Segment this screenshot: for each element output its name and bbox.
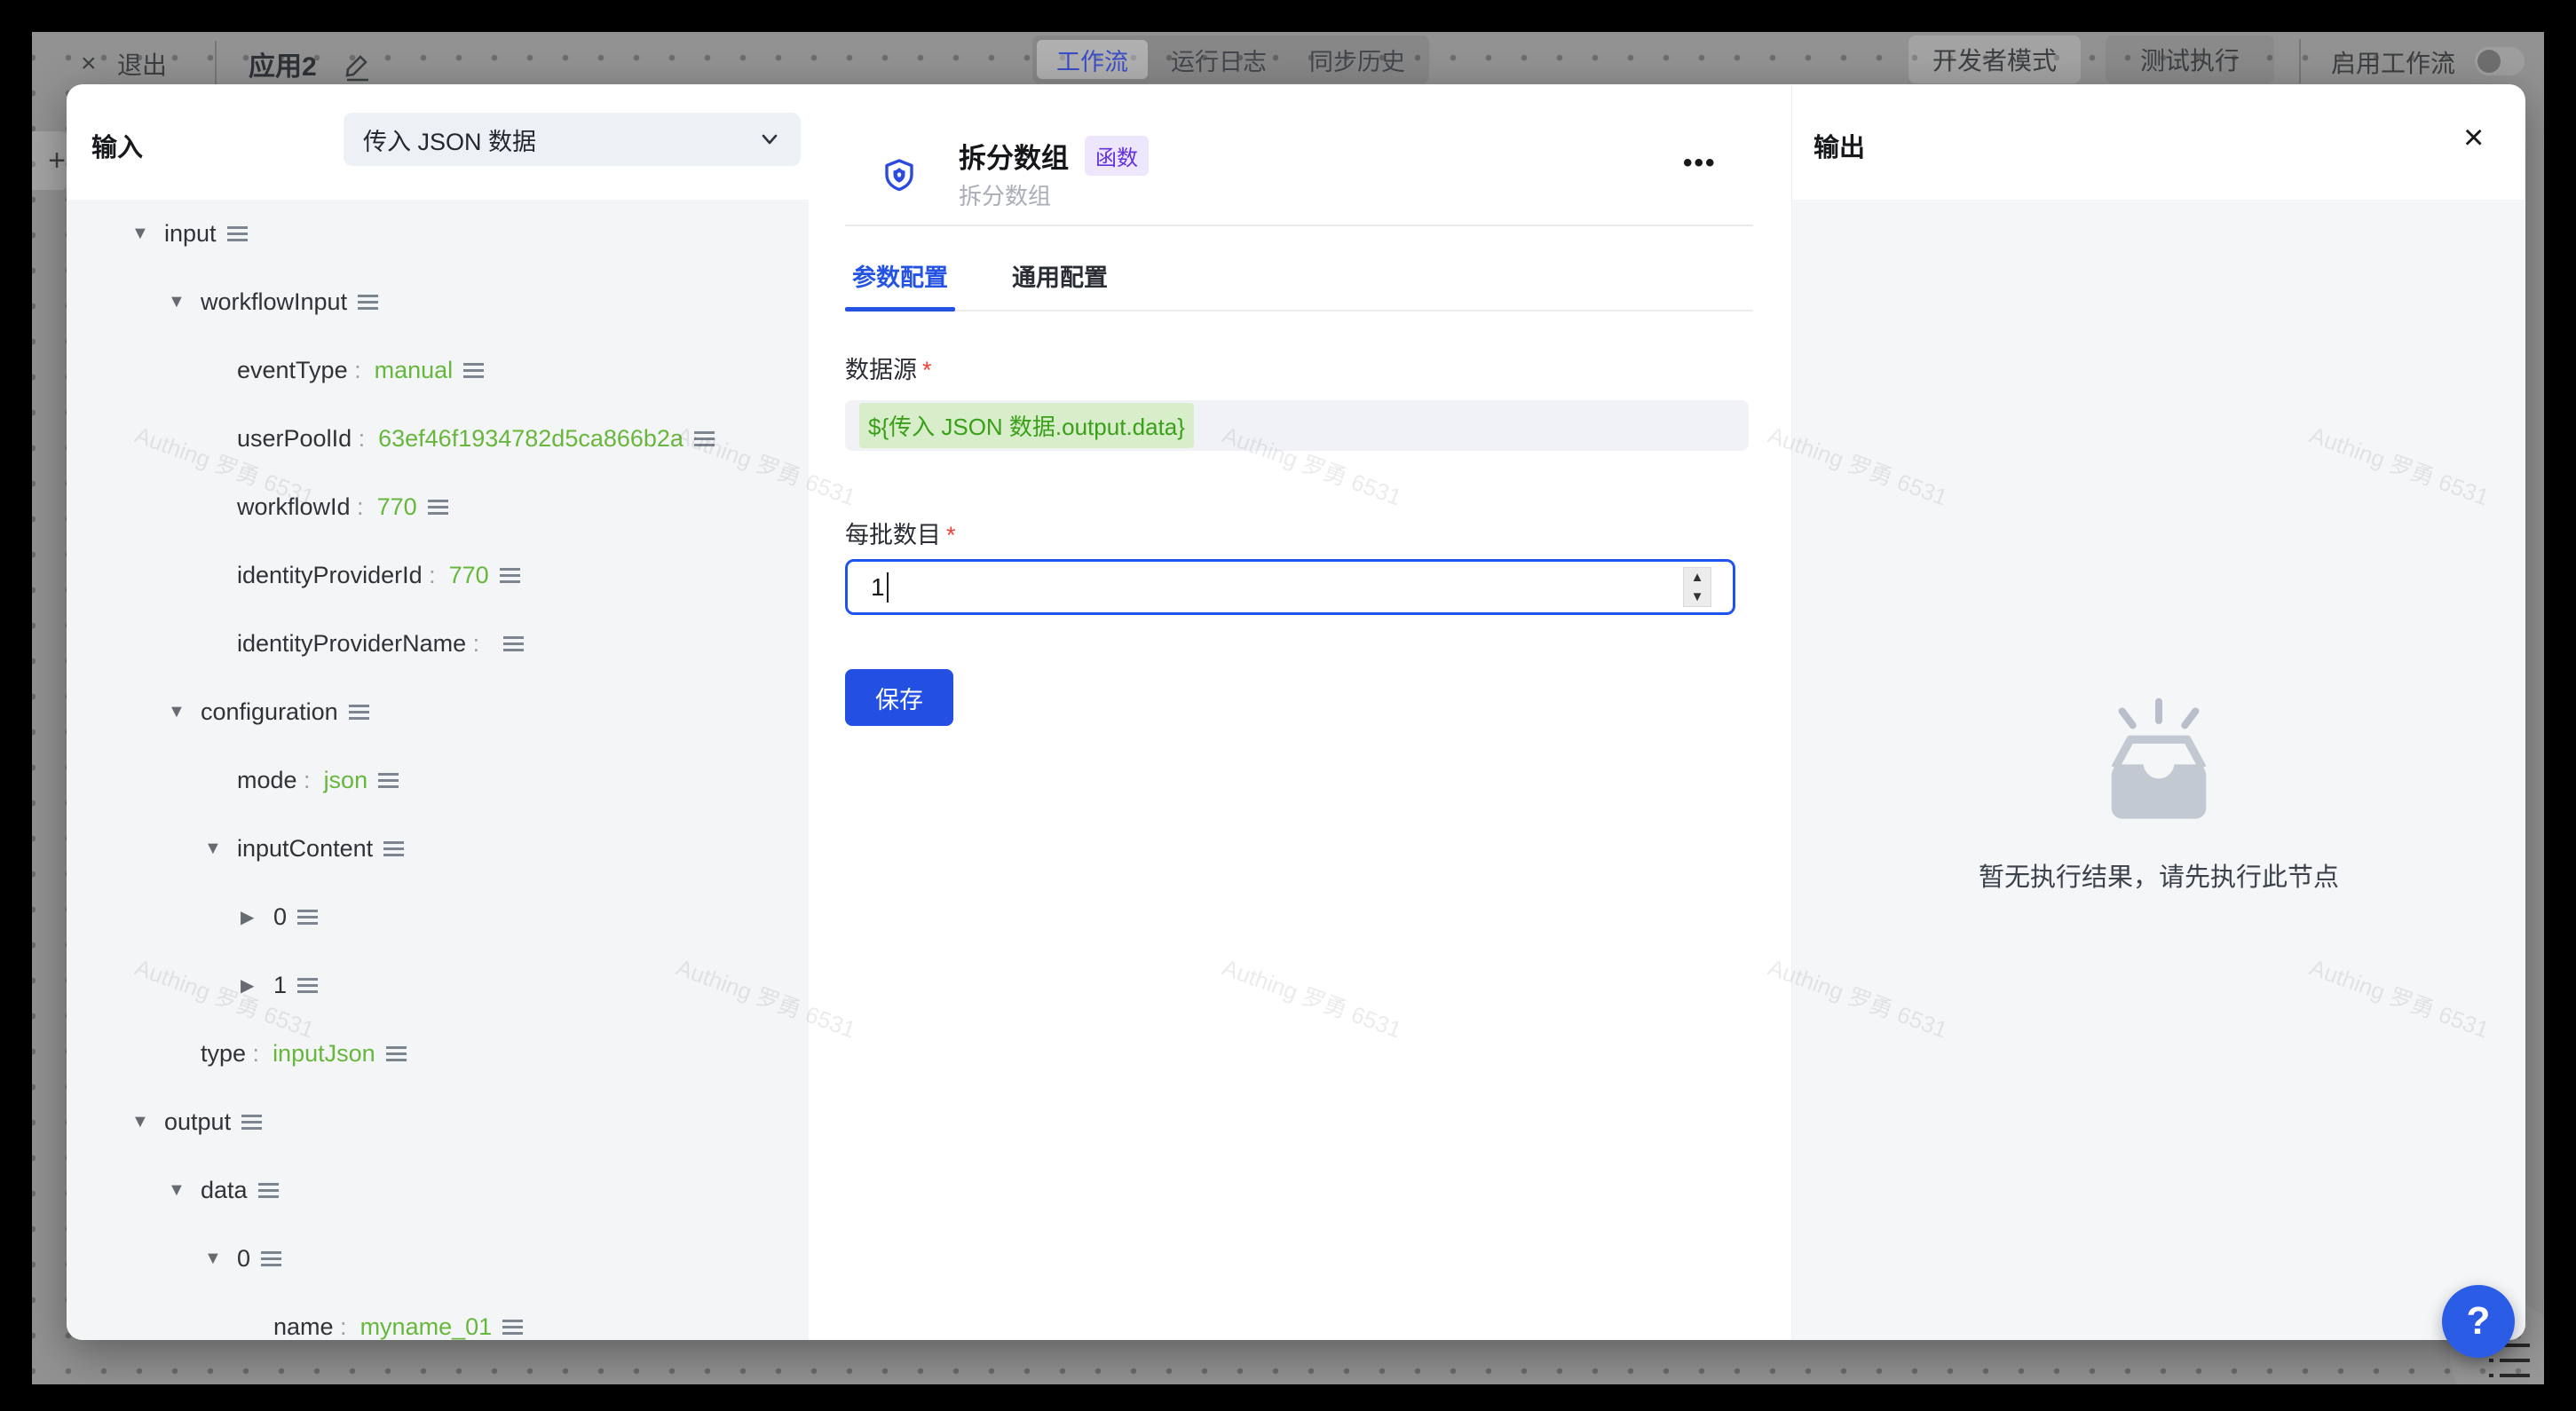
- stepper-up-icon[interactable]: ▲: [1691, 571, 1704, 584]
- row-menu-icon[interactable]: [297, 910, 318, 925]
- enable-workflow-label: 启用工作流: [2331, 44, 2455, 80]
- expand-arrow-icon[interactable]: ▶: [241, 974, 273, 997]
- text-caret: [887, 572, 889, 603]
- batch-size-input[interactable]: 1 ▲ ▼: [845, 559, 1735, 615]
- header-divider: [845, 225, 1753, 226]
- toggle-knob: [2477, 50, 2501, 73]
- tree-row[interactable]: mode : json: [67, 746, 809, 815]
- stepper-down-icon[interactable]: ▼: [1691, 590, 1704, 603]
- tab-general-config[interactable]: 通用配置: [1005, 251, 1115, 310]
- json-tree: ▼input ▼workflowInput eventType : manual…: [67, 200, 809, 1340]
- row-menu-icon[interactable]: [386, 1046, 407, 1061]
- tree-row[interactable]: workflowId : 770: [67, 473, 809, 541]
- output-panel: 输出 × 暂无执行结果，请先执行此节点: [1791, 84, 2525, 1340]
- row-menu-icon[interactable]: [261, 1251, 281, 1266]
- collapse-arrow-icon[interactable]: ▼: [131, 1112, 164, 1132]
- row-menu-icon[interactable]: [694, 431, 715, 446]
- row-menu-icon[interactable]: [428, 500, 448, 515]
- empty-state-text: 暂无执行结果，请先执行此节点: [1979, 856, 2339, 894]
- row-menu-icon[interactable]: [358, 295, 378, 310]
- field-label-datasource: 数据源*: [845, 351, 932, 385]
- tree-row[interactable]: ▼0: [67, 1225, 809, 1293]
- row-menu-icon[interactable]: [349, 705, 369, 720]
- row-menu-icon[interactable]: [258, 1183, 279, 1198]
- tree-row[interactable]: userPoolId : 63ef46f1934782d5ca866b2a: [67, 405, 809, 473]
- row-menu-icon[interactable]: [378, 773, 399, 788]
- topbar-divider: [215, 41, 217, 87]
- expand-arrow-icon[interactable]: ▶: [241, 906, 273, 928]
- tree-row[interactable]: type : inputJson: [67, 1020, 809, 1088]
- tab-run-logs[interactable]: 运行日志: [1151, 40, 1286, 79]
- row-menu-icon[interactable]: [241, 1115, 262, 1130]
- empty-state: 暂无执行结果，请先执行此节点: [1792, 697, 2525, 894]
- required-asterisk: *: [922, 357, 932, 383]
- enable-workflow-toggle[interactable]: [2475, 47, 2525, 75]
- collapse-arrow-icon[interactable]: ▼: [131, 224, 164, 244]
- tree-row[interactable]: ▼inputContent: [67, 815, 809, 883]
- row-menu-icon[interactable]: [297, 978, 318, 993]
- collapse-arrow-icon[interactable]: ▼: [168, 702, 201, 722]
- close-icon[interactable]: ×: [81, 44, 97, 83]
- save-button[interactable]: 保存: [845, 669, 953, 726]
- edit-pencil-icon[interactable]: [344, 51, 371, 82]
- required-asterisk: *: [946, 522, 956, 548]
- more-actions-icon[interactable]: •••: [1683, 148, 1717, 178]
- topbar-divider-2: [2299, 39, 2301, 83]
- input-panel-title: 输入: [91, 127, 143, 164]
- tree-row[interactable]: ▶1: [67, 951, 809, 1020]
- tree-row[interactable]: ▼output: [67, 1088, 809, 1156]
- tab-param-config[interactable]: 参数配置: [845, 251, 955, 310]
- row-menu-icon[interactable]: [227, 226, 248, 241]
- tab-workflow[interactable]: 工作流: [1037, 40, 1148, 79]
- tab-sync-history[interactable]: 同步历史: [1290, 40, 1425, 79]
- exit-button[interactable]: 退出: [117, 44, 167, 83]
- node-subtitle: 拆分数组: [959, 178, 1051, 211]
- input-source-value: 传入 JSON 数据: [363, 122, 758, 157]
- input-panel: 输入 传入 JSON 数据 ▼input ▼workflowInput even…: [67, 84, 809, 1340]
- help-button[interactable]: ?: [2442, 1285, 2515, 1358]
- developer-mode-button[interactable]: 开发者模式: [1908, 35, 2081, 83]
- tree-row[interactable]: name : myname_01: [67, 1293, 809, 1340]
- collapse-arrow-icon[interactable]: ▼: [204, 1249, 237, 1269]
- batch-size-value: 1: [871, 573, 885, 602]
- input-source-select[interactable]: 传入 JSON 数据: [344, 113, 801, 166]
- chevron-down-icon: [758, 128, 781, 151]
- tree-row[interactable]: eventType : manual: [67, 336, 809, 405]
- tree-row[interactable]: identityProviderId : 770: [67, 541, 809, 610]
- row-menu-icon[interactable]: [383, 841, 404, 856]
- field-label-batch-size: 每批数目*: [845, 516, 956, 550]
- tree-row[interactable]: ▶0: [67, 883, 809, 951]
- empty-inbox-icon: [2088, 697, 2230, 830]
- row-menu-icon[interactable]: [463, 363, 484, 378]
- app-window: × 退出 应用2 工作流 运行日志 同步历史 开发者模式 测试执行 启用工作流 …: [0, 0, 2576, 1411]
- row-menu-icon[interactable]: [500, 568, 520, 583]
- node-config-panel: 拆分数组 函数 拆分数组 ••• 参数配置 通用配置 数据源* ${传入 JSO…: [809, 84, 1791, 1340]
- tree-row[interactable]: ▼workflowInput: [67, 268, 809, 336]
- collapse-arrow-icon[interactable]: ▼: [168, 292, 201, 312]
- datasource-field[interactable]: ${传入 JSON 数据.output.data}: [845, 400, 1749, 451]
- tree-row[interactable]: ▼input: [67, 200, 809, 268]
- view-switcher: 工作流 运行日志 同步历史: [1032, 35, 1429, 83]
- shield-function-icon: [881, 158, 917, 193]
- collapse-arrow-icon[interactable]: ▼: [168, 1180, 201, 1201]
- tree-row[interactable]: ▼data: [67, 1156, 809, 1225]
- row-menu-icon[interactable]: [502, 1320, 523, 1335]
- number-stepper[interactable]: ▲ ▼: [1683, 567, 1711, 607]
- output-panel-title: 输出: [1813, 127, 1865, 164]
- row-menu-icon[interactable]: [503, 636, 524, 651]
- app-title: 应用2: [249, 43, 317, 85]
- collapse-arrow-icon[interactable]: ▼: [204, 839, 237, 859]
- canvas-zoom-in-button[interactable]: +: [32, 131, 69, 190]
- node-type-badge: 函数: [1085, 136, 1149, 176]
- close-modal-icon[interactable]: ×: [2463, 120, 2484, 155]
- node-title: 拆分数组: [959, 136, 1069, 176]
- datasource-variable-token[interactable]: ${传入 JSON 数据.output.data}: [859, 403, 1194, 448]
- node-detail-modal: 输入 传入 JSON 数据 ▼input ▼workflowInput even…: [67, 84, 2525, 1340]
- test-run-button[interactable]: 测试执行: [2106, 35, 2274, 83]
- output-panel-body: 暂无执行结果，请先执行此节点: [1792, 200, 2525, 1340]
- config-tabs: 参数配置 通用配置: [845, 251, 1753, 311]
- tree-row[interactable]: identityProviderName :: [67, 610, 809, 678]
- workflow-editor-backdrop: × 退出 应用2 工作流 运行日志 同步历史 开发者模式 测试执行 启用工作流 …: [32, 32, 2544, 1384]
- tree-row[interactable]: ▼configuration: [67, 678, 809, 746]
